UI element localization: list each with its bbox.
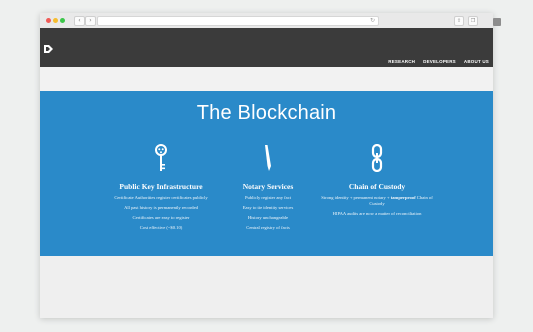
- maximize-window-button[interactable]: [60, 18, 65, 23]
- nav-about-us[interactable]: ABOUT US: [464, 59, 489, 64]
- share-button[interactable]: ⇧: [454, 16, 464, 26]
- feature-line: Easy to tie identity services: [242, 205, 294, 210]
- feature-heading: Chain of Custody: [348, 182, 406, 191]
- page-footer-area: [40, 256, 493, 318]
- forward-button[interactable]: ›: [85, 16, 96, 26]
- minimize-window-button[interactable]: [53, 18, 58, 23]
- feature-line: Cost effective (~$0.10): [139, 225, 183, 230]
- feature-line: Publicly register any fact: [244, 195, 292, 200]
- address-bar[interactable]: ↻: [97, 16, 379, 26]
- hero-title: The Blockchain: [196, 102, 337, 124]
- hero-section: The Blockchain Public Key Infrastructure…: [40, 91, 493, 256]
- feature-line: Strong identity + permanent notary + tam…: [317, 195, 437, 207]
- feature-line: Certificates are easy to register: [132, 215, 190, 220]
- feature-notary: Notary Services Publicly register any fa…: [208, 144, 328, 235]
- feature-line-emphasis: tamperproof: [390, 195, 416, 200]
- chevron-left-icon: ‹: [78, 17, 81, 24]
- sidebar-toggle[interactable]: [493, 18, 501, 26]
- close-window-button[interactable]: [46, 18, 51, 23]
- chevron-right-icon: ›: [89, 17, 92, 24]
- feature-heading: Notary Services: [242, 182, 294, 191]
- logo-icon[interactable]: [44, 45, 53, 53]
- feature-line: All past history is permanently recorded: [124, 205, 198, 210]
- reload-icon[interactable]: ↻: [370, 17, 375, 25]
- feature-line-text: Strong identity + permanent notary +: [321, 195, 391, 200]
- tabs-icon: ❐: [470, 18, 476, 24]
- share-icon: ⇧: [456, 18, 462, 24]
- nav-research[interactable]: RESEARCH: [388, 59, 415, 64]
- back-button[interactable]: ‹: [74, 16, 85, 26]
- browser-toolbar: ‹ › ↻ ⇧ ❐: [40, 13, 501, 29]
- pen-icon: [265, 145, 271, 171]
- site-nav: RESEARCH DEVELOPERS ABOUT US: [388, 59, 489, 64]
- feature-custody: Chain of Custody Strong identity + perma…: [317, 144, 437, 221]
- browser-window: ‹ › ↻ ⇧ ❐ RESEARCH DEVELOPERS ABOUT US T…: [40, 13, 501, 318]
- nav-developers[interactable]: DEVELOPERS: [423, 59, 456, 64]
- feature-line: History unchangeable: [247, 215, 289, 220]
- feature-line: Central registry of facts: [246, 225, 290, 230]
- feature-line: HIPAA audits are now a matter of reconci…: [332, 211, 422, 216]
- feature-pki: Public Key Infrastructure Certificate Au…: [101, 144, 221, 235]
- site-header: RESEARCH DEVELOPERS ABOUT US: [40, 28, 493, 67]
- feature-heading: Public Key Infrastructure: [119, 182, 203, 191]
- feature-line: Certificate Authorities register certifi…: [114, 195, 208, 200]
- tabs-button[interactable]: ❐: [468, 16, 478, 26]
- key-icon: [155, 144, 167, 171]
- chain-icon: [371, 144, 383, 172]
